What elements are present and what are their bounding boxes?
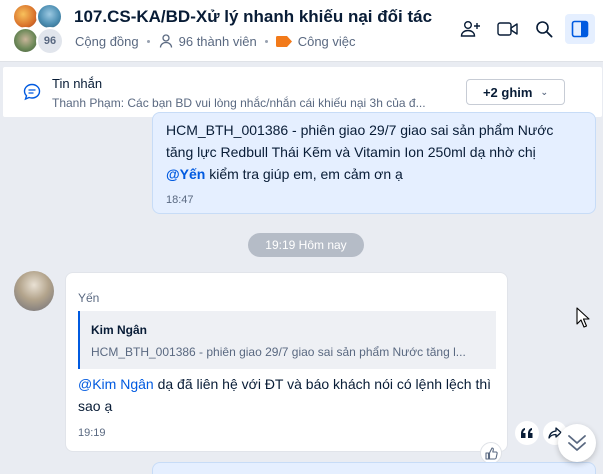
quoted-text: HCM_BTH_001386 - phiên giao 29/7 giao sa…	[91, 345, 466, 359]
video-call-button[interactable]	[493, 14, 523, 44]
message-time: 19:19	[78, 427, 106, 439]
chat-bubble-icon	[23, 83, 41, 101]
label-tag-icon	[275, 35, 292, 47]
group-subinfo: Cộng đồng 96 thành viên Công việc	[75, 33, 356, 49]
person-icon	[159, 34, 172, 48]
message-text: kiểm tra giúp em, em cảm ơn ạ	[205, 166, 403, 182]
member-count-badge: 96	[36, 27, 64, 55]
quoted-message[interactable]: Kim Ngân HCM_BTH_001386 - phiên giao 29/…	[78, 311, 496, 369]
more-pins-label: +2 ghim	[482, 84, 533, 100]
scroll-to-bottom-button[interactable]	[558, 424, 596, 462]
mouse-cursor-icon	[576, 307, 590, 328]
chat-header: 96 107.CS-KA/BD-Xử lý nhanh khiếu nại đố…	[0, 0, 603, 62]
members-link[interactable]: 96 thành viên	[179, 34, 257, 49]
community-label: Cộng đồng	[75, 33, 139, 49]
search-button[interactable]	[529, 14, 559, 44]
more-pins-button[interactable]: +2 ghim ⌄	[466, 79, 565, 105]
message-line: HCM_BTH_001386 - phiên giao 29/7 giao sa…	[166, 122, 554, 138]
message-text: @Kim Ngân dạ đã liên hệ với ĐT và báo kh…	[78, 373, 503, 417]
quote-icon	[521, 428, 533, 438]
message-line: @Yến kiểm tra giúp em, em cảm ơn ạ	[166, 163, 582, 185]
outgoing-message[interactable]	[152, 462, 596, 474]
group-avatar[interactable]: 96	[12, 3, 64, 55]
message-time: 18:47	[166, 194, 194, 206]
sender-avatar[interactable]	[14, 271, 54, 311]
mention-link[interactable]: @Yến	[166, 166, 205, 182]
incoming-message[interactable]: Yến Kim Ngân HCM_BTH_001386 - phiên giao…	[65, 272, 508, 452]
message-line: tăng lực Redbull Thái Kẽm và Vitamin Ion…	[166, 144, 536, 160]
separator-dot	[146, 39, 150, 43]
member-avatar	[12, 27, 39, 54]
sidebar-toggle-button[interactable]	[565, 14, 595, 44]
chevron-down-icon: ⌄	[540, 86, 549, 97]
reaction-button[interactable]	[480, 442, 502, 464]
member-avatar	[12, 3, 39, 30]
category-label[interactable]: Công việc	[298, 34, 356, 49]
group-title[interactable]: 107.CS-KA/BD-Xử lý nhanh khiếu nại đối t…	[74, 7, 432, 27]
member-avatar	[36, 3, 63, 30]
video-call-icon	[497, 22, 518, 36]
pinned-label: Tin nhắn	[52, 76, 103, 91]
sidebar-toggle-icon	[571, 20, 589, 38]
pinned-message-bar[interactable]: Tin nhắn Thanh Phạm: Các bạn BD vui lòng…	[3, 67, 602, 117]
date-separator: 19:19 Hôm nay	[248, 233, 364, 257]
add-member-icon	[460, 21, 480, 37]
double-chevron-down-icon	[568, 435, 586, 451]
add-member-button[interactable]	[456, 14, 486, 44]
pinned-message-text[interactable]: Thanh Phạm: Các bạn BD vui lòng nhắc/nhắ…	[52, 96, 452, 110]
quoted-sender: Kim Ngân	[91, 323, 148, 337]
separator-dot	[264, 39, 268, 43]
thumbs-up-icon	[484, 446, 498, 460]
sender-name: Yến	[78, 291, 100, 305]
quote-reply-button[interactable]	[515, 421, 539, 445]
mention-link[interactable]: @Kim Ngân	[78, 376, 154, 392]
search-icon	[536, 21, 553, 38]
outgoing-message[interactable]: HCM_BTH_001386 - phiên giao 29/7 giao sa…	[152, 112, 596, 214]
